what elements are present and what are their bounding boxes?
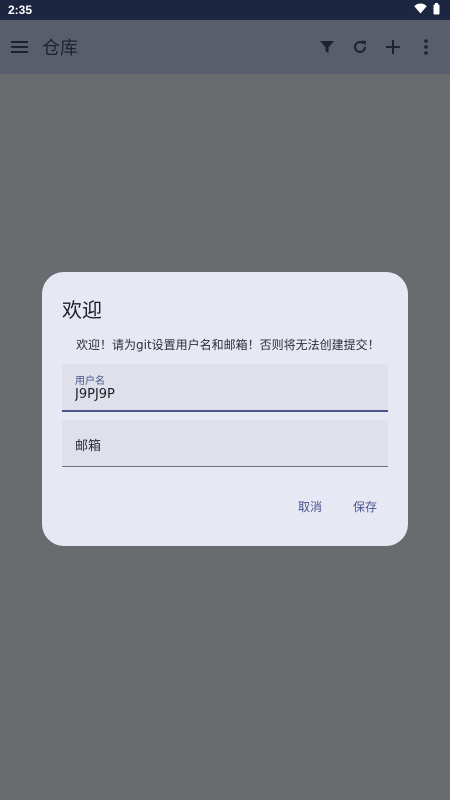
- status-time: 2:35: [8, 3, 33, 17]
- cancel-button[interactable]: 取消: [292, 494, 328, 519]
- username-label: 用户名: [75, 376, 105, 387]
- username-field[interactable]: 用户名: [62, 364, 388, 412]
- add-icon[interactable]: [376, 27, 409, 67]
- app-bar: 仓库: [0, 20, 450, 74]
- page-title: 仓库: [42, 38, 78, 59]
- email-field[interactable]: 邮箱: [62, 420, 388, 467]
- wifi-icon: [414, 3, 427, 17]
- dialog-message: 欢迎！请为git设置用户名和邮箱！否则将无法创建提交！: [76, 338, 380, 352]
- battery-icon: [433, 2, 440, 18]
- dialog-title: 欢迎: [62, 298, 102, 322]
- status-bar: 2:35: [0, 0, 450, 20]
- menu-icon[interactable]: [10, 27, 30, 67]
- more-options-icon[interactable]: [409, 27, 442, 67]
- save-button[interactable]: 保存: [347, 494, 383, 519]
- username-input[interactable]: [75, 387, 355, 402]
- filter-icon[interactable]: [310, 27, 343, 67]
- welcome-dialog: 欢迎 欢迎！请为git设置用户名和邮箱！否则将无法创建提交！ 用户名 邮箱 取消…: [42, 272, 408, 546]
- refresh-icon[interactable]: [343, 27, 376, 67]
- email-label: 邮箱: [75, 439, 102, 454]
